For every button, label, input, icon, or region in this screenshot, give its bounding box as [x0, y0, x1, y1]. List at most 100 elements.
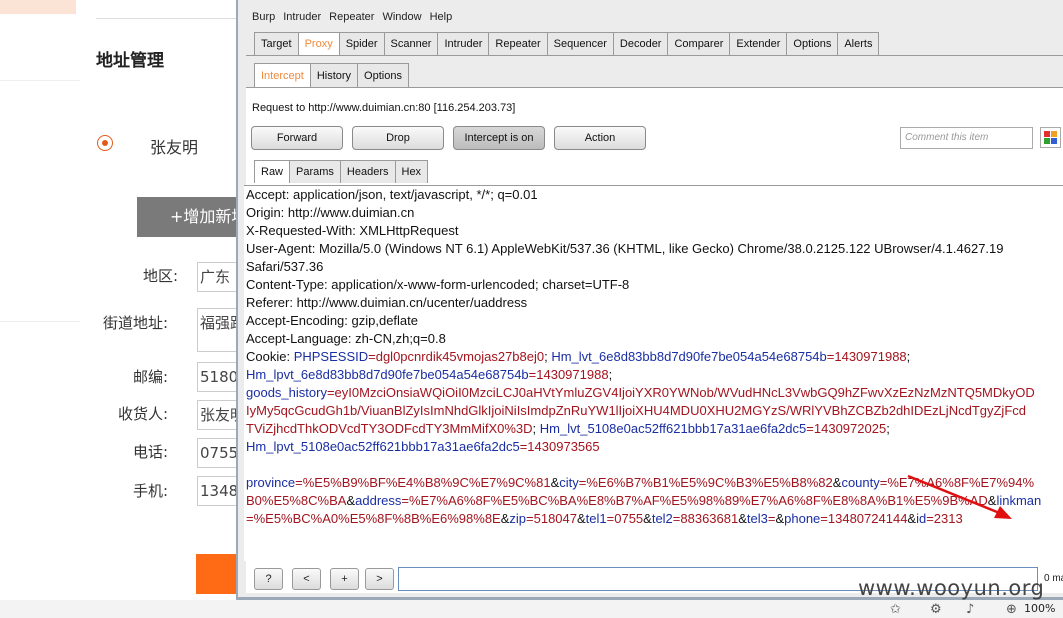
- param-value: TViZjhcdThkODVcdTY3ODFcdTY3MmMifX0%3D: [246, 421, 533, 436]
- receiver-label: 收货人:: [117, 405, 168, 423]
- cookie-line: Hm_lpvt_5108e0ac52ff621bbb17a31ae6fa2dc5…: [244, 438, 1063, 456]
- header-line: X-Requested-With: XMLHttpRequest: [246, 223, 459, 238]
- tab-scanner[interactable]: Scanner: [383, 32, 439, 55]
- header-line: Accept: application/json, text/javascrip…: [246, 187, 538, 202]
- cookie-line: Cookie: PHPSESSID=dgl0pcnrdik45vmojas27b…: [244, 348, 1063, 366]
- param-value: =%E5%B9%BF%E4%B8%9C%E7%9C%81: [295, 475, 551, 490]
- add-address-button[interactable]: +增加新地: [137, 197, 240, 237]
- menu-intruder[interactable]: Intruder: [283, 7, 321, 27]
- drop-button[interactable]: Drop: [352, 126, 444, 150]
- region-label: 地区:: [142, 267, 178, 285]
- tab-spider[interactable]: Spider: [338, 32, 385, 55]
- tab-comparer[interactable]: Comparer: [667, 32, 731, 55]
- param-name: tel2: [651, 511, 673, 526]
- param-name: city: [559, 475, 579, 490]
- page-title: 地址管理: [96, 51, 164, 71]
- menu-help[interactable]: Help: [430, 7, 453, 27]
- phone-label: 电话:: [132, 443, 168, 461]
- left-nav-strip: [0, 80, 80, 322]
- tab-target[interactable]: Target: [254, 32, 299, 55]
- tab-params[interactable]: Params: [289, 160, 341, 183]
- tab-repeater[interactable]: Repeater: [488, 32, 548, 55]
- menu-repeater[interactable]: Repeater: [329, 7, 374, 27]
- tools-icon[interactable]: ⚙: [930, 602, 942, 617]
- separator: &: [775, 511, 785, 526]
- submit-button[interactable]: [196, 554, 240, 594]
- forward-button[interactable]: Forward: [251, 126, 343, 150]
- tab-extender[interactable]: Extender: [729, 32, 788, 55]
- next-button[interactable]: >: [365, 568, 394, 590]
- tab-alerts[interactable]: Alerts: [837, 32, 880, 55]
- separator: Cookie:: [246, 349, 294, 364]
- tab-hex[interactable]: Hex: [394, 160, 429, 183]
- menu-burp[interactable]: Burp: [252, 7, 275, 27]
- intercept-toggle-button[interactable]: Intercept is on: [453, 126, 545, 150]
- param-value: =13480724144: [820, 511, 908, 526]
- address-radio[interactable]: [97, 135, 113, 151]
- param-name: address: [355, 493, 402, 508]
- header-line: Referer: http://www.duimian.cn/ucenter/u…: [246, 295, 528, 310]
- tab-divider: [246, 55, 1063, 56]
- mobile-label: 手机:: [132, 482, 168, 500]
- highlight-color-button[interactable]: [1040, 127, 1061, 148]
- proxy-subtabs: Intercept History Options: [254, 63, 409, 87]
- top-accent-bar: [0, 0, 76, 14]
- previous-button[interactable]: <: [292, 568, 321, 590]
- param-name: tel3: [746, 511, 768, 526]
- tab-headers[interactable]: Headers: [339, 160, 396, 183]
- star-icon[interactable]: ✩: [890, 602, 901, 617]
- param-name: Hm_lpvt_6e8d83bb8d7d90fe7be054a54e68754b: [246, 367, 529, 382]
- header-line: Accept-Language: zh-CN,zh;q=0.8: [246, 331, 446, 346]
- separator: &: [550, 475, 560, 490]
- param-name: Hm_lpvt_5108e0ac52ff621bbb17a31ae6fa2dc5: [246, 439, 520, 454]
- param-name: county: [841, 475, 880, 490]
- message-view-tabs: Raw Params Headers Hex: [254, 160, 429, 183]
- cookie-line: goods_history=eyI0MzciOnsiaWQiOiI0MzciLC…: [244, 384, 1063, 402]
- help-button[interactable]: ?: [254, 568, 283, 590]
- tab-proxy[interactable]: Proxy: [297, 32, 340, 55]
- separator: ;: [532, 421, 540, 436]
- separator: &: [346, 493, 356, 508]
- param-name: zip: [509, 511, 527, 526]
- tab-options[interactable]: Options: [786, 32, 839, 55]
- tab-raw[interactable]: Raw: [254, 160, 291, 183]
- cookie-block: Cookie: PHPSESSID=dgl0pcnrdik45vmojas27b…: [244, 348, 1063, 456]
- browser-status-bar: [0, 600, 1063, 618]
- cookie-line: TViZjhcdThkODVcdTY3ODFcdTY3MmMifX0%3D; H…: [244, 420, 1063, 438]
- cookie-line: Hm_lpvt_6e8d83bb8d7d90fe7be054a54e68754b…: [244, 366, 1063, 384]
- tab-proxy-options[interactable]: Options: [357, 63, 409, 87]
- annotation-arrow: [907, 474, 1012, 519]
- param-value: =eyI0MzciOnsiaWQiOiI0MzciLCJ0aHVtYmluZGV…: [326, 385, 1035, 400]
- separator: &: [643, 511, 652, 526]
- comment-input[interactable]: Comment this item: [900, 127, 1033, 149]
- watermark: www.wooyun.org: [858, 576, 1045, 600]
- header-line: Safari/537.36: [246, 259, 324, 274]
- add-button[interactable]: +: [330, 568, 359, 590]
- param-name: tel1: [585, 511, 607, 526]
- menu-bar: Burp Intruder Repeater Window Help: [238, 7, 460, 27]
- header-line: Content-Type: application/x-www-form-url…: [246, 277, 630, 292]
- match-count: 0 mat: [1044, 573, 1063, 584]
- param-name: phone: [784, 511, 821, 526]
- param-value: IyMy5qcGcudGh1b/ViuanBlZyIsImNhdGlkIjoiN…: [246, 403, 1026, 418]
- header-line: Accept-Encoding: gzip,deflate: [246, 313, 418, 328]
- main-tabs: Target Proxy Spider Scanner Intruder Rep…: [254, 32, 880, 55]
- tab-decoder[interactable]: Decoder: [612, 32, 669, 55]
- background-page: 地址管理 张友明 +增加新地 地区: 广东 街道地址: 福强路 邮编: 5180…: [0, 0, 247, 618]
- header-line: User-Agent: Mozilla/5.0 (Windows NT 6.1)…: [246, 241, 1004, 256]
- tab-intercept[interactable]: Intercept: [254, 63, 311, 87]
- separator: &: [738, 511, 747, 526]
- tab-intruder[interactable]: Intruder: [437, 32, 490, 55]
- menu-window[interactable]: Window: [382, 7, 421, 27]
- separator: ;: [608, 367, 613, 382]
- param-value: B0%E5%8C%BA: [246, 493, 347, 508]
- separator: ;: [906, 349, 911, 364]
- action-button[interactable]: Action: [554, 126, 646, 150]
- tab-sequencer[interactable]: Sequencer: [546, 32, 614, 55]
- zoom-level[interactable]: 100%: [1024, 602, 1055, 615]
- zip-label: 邮编:: [132, 368, 168, 386]
- param-value: =dgl0pcnrdik45vmojas27b8ej0: [368, 349, 545, 364]
- zoom-icon[interactable]: ⊕: [1006, 602, 1017, 617]
- tab-history[interactable]: History: [309, 63, 359, 87]
- speaker-icon[interactable]: ♪: [966, 602, 974, 617]
